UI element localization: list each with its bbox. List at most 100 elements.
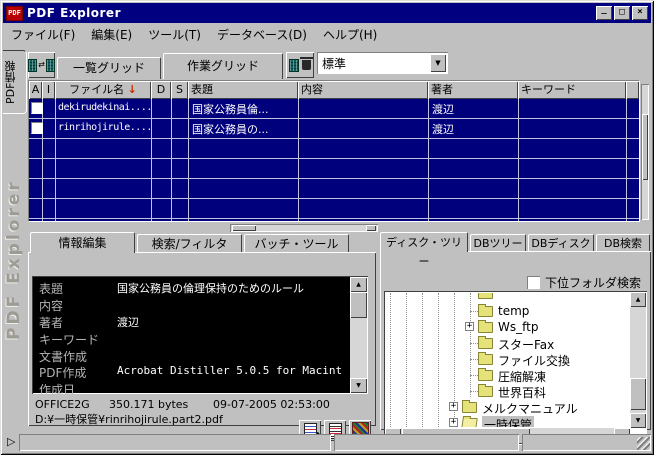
grid-body: dekirudekinai.... 国家公務員倫... 渡辺 rinrihoji… [29,99,639,221]
grid-column-header-title[interactable]: 表題 [188,81,298,99]
tree-item-label: 一時保管 [482,416,534,427]
tree-vertical-scrollbar[interactable]: ▲ ▼ [630,292,646,428]
menu-tools[interactable]: ツール(T) [148,26,201,43]
tab-disk-tree[interactable]: ディスク・ツリー [380,232,468,252]
tree-item[interactable]: ファイル交換 [386,351,629,367]
scroll-up-icon[interactable]: ▲ [350,277,367,292]
tree-item-selected[interactable]: + 一時保管 [386,415,629,427]
folder-icon [478,354,493,365]
grid-column-header-author[interactable]: 著者 [428,81,518,99]
tree-item[interactable]: スターFax [386,335,629,351]
scroll-up-icon[interactable]: ▲ [630,292,646,307]
menu-database[interactable]: データベース(D) [217,26,307,43]
filename-header-label: ファイル名 [69,83,124,96]
grid-column-header-a[interactable]: A [29,81,42,99]
tab-db-tree[interactable]: DBツリー [470,234,526,252]
cell-author: 渡辺 [432,101,454,117]
field-value-author[interactable]: 渡辺 [117,314,139,330]
tab-work-grid[interactable]: 作業グリッド [163,53,283,79]
maximize-button[interactable]: □ [614,6,630,20]
folder-open-icon [461,418,478,427]
grid-scrollbar-thumb[interactable] [642,114,648,180]
file-path: D:¥一時保管¥rinrihojirule.part2.pdf [35,411,223,427]
title-bar[interactable]: PDF PDF Explorer _ □ × [3,3,651,23]
field-label-title: 表題 [39,282,63,296]
preset-value: 標準 [322,55,346,72]
preset-dropdown[interactable]: 標準 ▼ [317,52,448,74]
row-checkbox[interactable] [31,122,43,134]
file-status-line: OFFICE2G 350.171 bytes 09-07-2005 02:53:… [35,398,90,411]
dropdown-arrow-icon[interactable]: ▼ [430,54,446,72]
tree-item-label: temp [498,304,529,318]
expand-plus-icon[interactable]: + [449,402,458,411]
grid-column-header-d[interactable]: D [151,81,171,99]
grid-column-header-keyword[interactable]: キーワード [518,81,626,99]
grid-vertical-scrollbar[interactable] [641,84,649,220]
folder-tree-content: temp + Ws_ftp スターFax [386,293,629,427]
pdf-explorer-window: PDF PDF Explorer _ □ × ファイル(F) 編集(E) ツール… [0,0,654,455]
minimize-button[interactable]: _ [596,6,612,20]
grid-column-header-i[interactable]: I [42,81,55,99]
tree-item[interactable]: + Ws_ftp [386,319,629,335]
folder-icon [462,402,477,413]
tree-vscroll-thumb[interactable] [630,378,646,410]
status-panel-3 [522,434,651,451]
menu-bar: ファイル(F) 編集(E) ツール(T) データベース(D) ヘルプ(H) [3,24,651,44]
grid-column-header-s[interactable]: S [171,81,188,99]
tab-pdf-info-vertical[interactable]: PDF情報 [3,50,27,114]
tree-item[interactable]: + メルクマニュアル [386,399,629,415]
grid-column-header-content[interactable]: 内容 [298,81,428,99]
grid-icon [46,59,55,72]
app-watermark: PDF Explorer [4,125,28,395]
close-button[interactable]: × [632,6,648,20]
tab-info-edit[interactable]: 情報編集 [30,232,135,253]
subfolder-search-checkbox[interactable] [527,276,540,289]
field-label-content: 内容 [39,299,63,313]
row-checkbox[interactable] [31,102,43,114]
field-value-title[interactable]: 国家公務員の倫理保持のためのルール [117,280,304,296]
menu-file[interactable]: ファイル(F) [11,26,75,43]
tab-db-search[interactable]: DB検索 [596,234,650,252]
grid-column-header-filename[interactable]: ファイル名 ↓ [55,81,151,99]
field-label-doc-creator: 文書作成 [39,350,87,364]
menu-help[interactable]: ヘルプ(H) [323,26,377,43]
status-arrow-icon: ▷ [7,435,15,449]
tree-item[interactable]: 圧縮解凍 [386,367,629,383]
folder-icon [478,322,493,333]
tree-item[interactable]: 世界百科 [386,383,629,399]
cell-title: 国家公務員倫... [192,101,269,117]
menu-edit[interactable]: 編集(E) [91,26,132,43]
expand-plus-icon[interactable]: + [465,322,474,331]
tab-db-disk[interactable]: DBディスク [528,234,594,252]
scroll-down-icon[interactable]: ▼ [630,413,646,428]
grid-transfer-button[interactable]: ⇄ [28,52,55,78]
expand-plus-icon[interactable]: + [449,418,458,427]
splitter-button[interactable] [366,225,376,231]
grid-delete-button[interactable] [286,52,314,78]
tree-item[interactable]: temp [386,303,629,319]
metadata-scrollbar-thumb[interactable] [350,292,367,318]
splitter-scrollbar[interactable] [230,224,378,232]
cell-title: 国家公務員の... [192,121,269,137]
table-row[interactable]: rinrihojirule.... 国家公務員の... 渡辺 [29,119,639,138]
tree-item-label: Ws_ftp [498,320,538,334]
sort-desc-icon: ↓ [128,83,137,96]
status-bar: ▷ [3,432,651,452]
splitter-thumb[interactable] [232,225,256,231]
scroll-down-icon[interactable]: ▼ [350,378,367,393]
table-row[interactable]: dekirudekinai.... 国家公務員倫... 渡辺 [29,99,639,118]
grid-column-header-filler [626,81,639,99]
info-edit-body: 表題 国家公務員の倫理保持のためのルール 内容 著者 渡辺 キーワード 文書作成 [28,252,376,426]
tab-batch-tools[interactable]: バッチ・ツール [244,234,349,253]
metadata-scrollbar[interactable]: ▲ ▼ [350,277,367,393]
field-value-pdf-creator[interactable]: Acrobat Distiller 5.0.5 for Macint [117,364,342,377]
cell-author: 渡辺 [432,121,454,137]
folder-icon [478,370,493,381]
tab-list-grid[interactable]: 一覧グリッド [57,57,161,79]
tab-search-filter[interactable]: 検索/フィルタ [137,234,242,253]
resize-grip[interactable] [637,437,650,450]
field-label-pdf-creator: PDF作成 [39,366,86,380]
status-panel-1 [19,434,331,451]
trash-icon [302,60,311,70]
status-panel-2 [334,434,519,451]
